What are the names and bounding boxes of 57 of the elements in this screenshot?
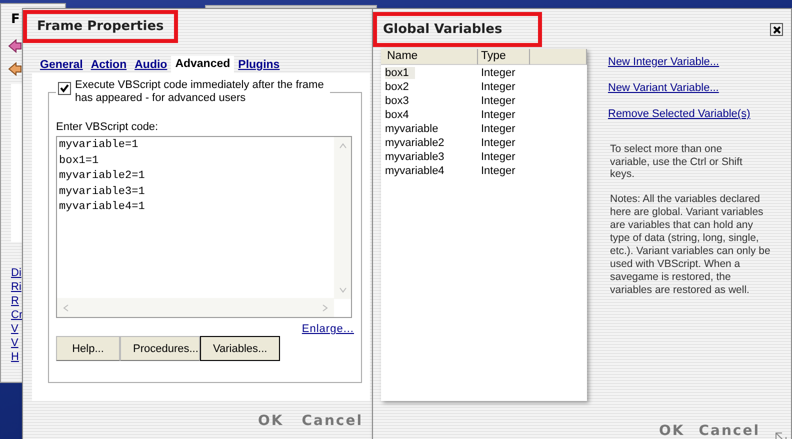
cancel-button[interactable]: Cancel: [698, 423, 760, 439]
cancel-button[interactable]: Cancel: [302, 413, 363, 429]
column-header[interactable]: Type: [478, 49, 530, 65]
ok-button[interactable]: OK: [658, 423, 685, 439]
code-editor[interactable]: myvariable=1 box1=1 myvariable2=1 myvariable3=1 myvariable4=1: [56, 136, 352, 318]
link[interactable]: V: [11, 322, 18, 336]
list-item[interactable]: myvariable: [385, 123, 438, 135]
left-arrow-icon: [8, 62, 22, 76]
code-text: myvariable=1 box1=1 myvariable2=1 myvariable3=1 myvariable4=1: [58, 138, 146, 215]
list-item[interactable]: myvariable4: [385, 165, 444, 177]
horizontal-scrollbar[interactable]: [57, 298, 334, 317]
table-cell: Integer: [481, 95, 516, 107]
list-item[interactable]: box3: [385, 95, 409, 107]
checkbox-label: Execute VBScript code immediately after the frame has appeared - for advanced users: [75, 79, 325, 105]
ok-button[interactable]: OK: [258, 413, 284, 429]
list-item[interactable]: box2: [385, 81, 409, 93]
tab[interactable]: Action: [86, 57, 131, 73]
enlarge-link[interactable]: Enlarge...: [302, 323, 354, 335]
tab[interactable]: Plugins: [234, 57, 284, 73]
table-cell: Integer: [481, 67, 516, 79]
window-title: Frame Properties: [23, 10, 178, 43]
button[interactable]: Procedures...: [120, 336, 200, 361]
table-cell: Integer: [481, 165, 516, 177]
list-item[interactable]: box4: [385, 109, 409, 121]
list-item[interactable]: myvariable2: [385, 137, 444, 149]
link[interactable]: Ri: [11, 280, 22, 294]
column-header: [530, 49, 587, 65]
link[interactable]: Cr: [11, 308, 23, 322]
table-cell: Integer: [481, 151, 516, 163]
left-arrow-icon: [8, 39, 22, 53]
table-cell: Integer: [481, 81, 516, 93]
close-button[interactable]: [770, 23, 783, 36]
tab[interactable]: Advanced: [171, 56, 234, 73]
table-cell: Integer: [481, 123, 516, 135]
link[interactable]: New Variant Variable...: [608, 81, 757, 95]
field-label: Enter VBScript code:: [56, 121, 160, 133]
vertical-scrollbar[interactable]: [334, 137, 351, 299]
hint-text: To select more than one variable, use the Ctrl or Shift keys.: [610, 143, 744, 180]
link[interactable]: New Integer Variable...: [608, 55, 757, 69]
button[interactable]: Variables...: [200, 336, 280, 361]
link[interactable]: Di: [11, 266, 22, 280]
window-title: F: [11, 12, 20, 29]
tab[interactable]: Audio: [130, 57, 172, 73]
link[interactable]: H: [11, 350, 19, 364]
window-title: Global Variables: [373, 12, 542, 47]
table-cell: Integer: [481, 109, 516, 121]
list-item[interactable]: myvariable3: [385, 151, 444, 163]
tab[interactable]: General: [36, 57, 87, 73]
link[interactable]: V: [11, 336, 18, 350]
link[interactable]: R: [11, 294, 19, 308]
checkbox[interactable]: [58, 82, 71, 95]
notes-text: Notes: All the variables declared here are global. Variant variables are variables that can hold any type of data (string, long, single, etc.). Variant variables can only be used with VBScript. When a savegame is restored, the variables are restored as well.: [610, 192, 772, 296]
list-item[interactable]: box1: [385, 67, 415, 79]
button[interactable]: Help...: [56, 336, 120, 361]
table-cell: Integer: [481, 137, 516, 149]
link[interactable]: Remove Selected Variable(s): [608, 107, 757, 121]
column-header[interactable]: Name: [381, 49, 478, 65]
